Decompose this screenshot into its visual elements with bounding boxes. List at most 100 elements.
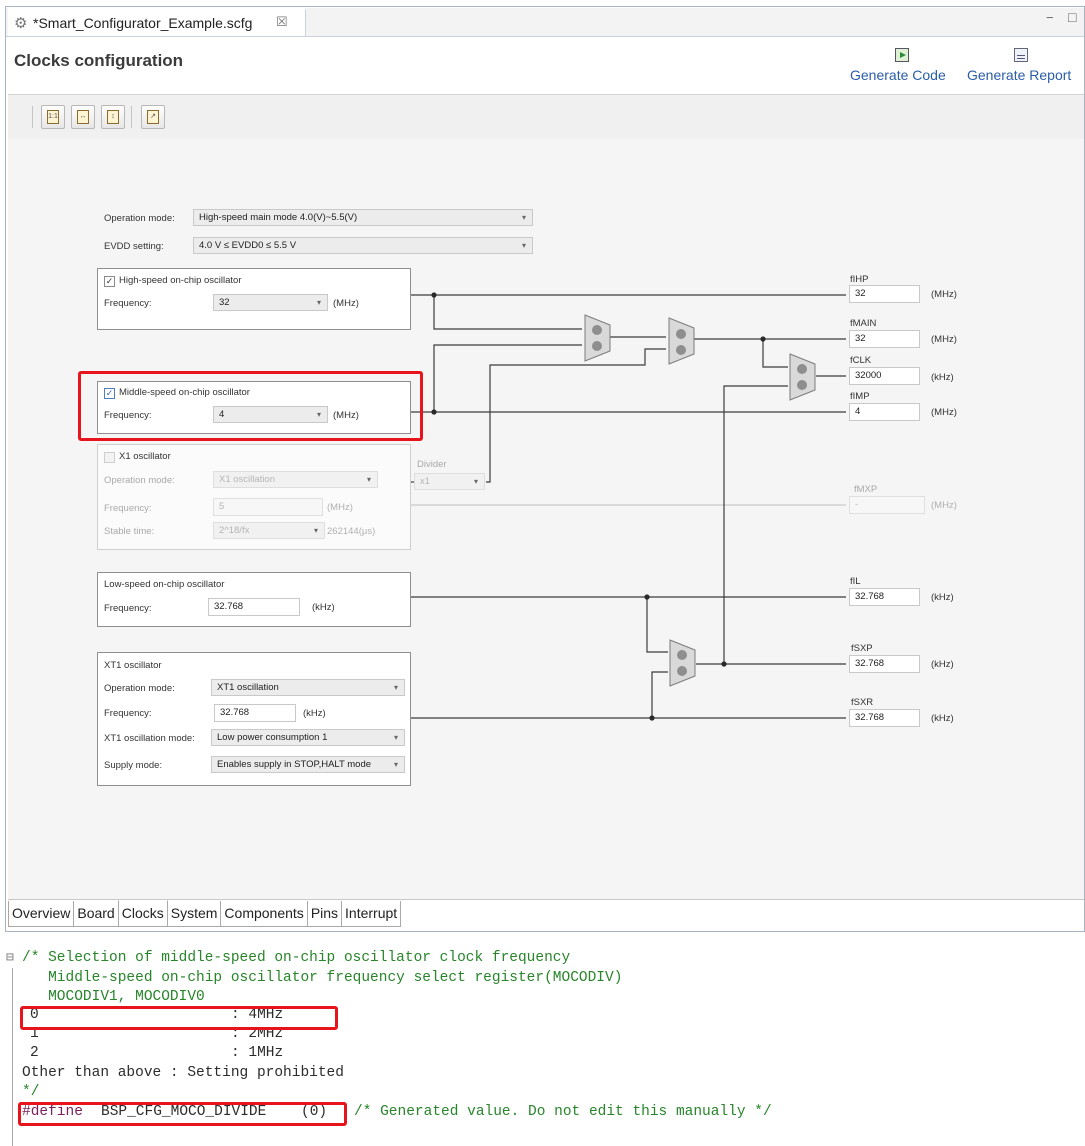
xt1-freq-unit: (kHz) <box>303 708 326 719</box>
output-name: fCLK <box>850 355 872 366</box>
code-line: 2 <box>30 1045 39 1061</box>
chevron-down-icon: ▾ <box>313 526 318 535</box>
chevron-down-icon: ▾ <box>366 475 371 484</box>
output-value[interactable]: - <box>849 496 925 514</box>
output-unit: (kHz) <box>931 659 954 670</box>
hs-osc-freq-value: 32 <box>219 297 230 308</box>
evdd-select[interactable]: 4.0 V ≤ EVDD0 ≤ 5.5 V ▾ <box>193 237 533 254</box>
xt1-freq-input[interactable]: 32.768 <box>214 704 296 722</box>
x1-freq-input[interactable]: 5 <box>213 498 323 516</box>
hs-osc-checkbox[interactable]: ✓ <box>104 276 115 287</box>
tab-system[interactable]: System <box>166 901 222 927</box>
hs-osc-panel: ✓ High-speed on-chip oscillator Frequenc… <box>97 268 411 330</box>
xt1-osc-mode-value: Low power consumption 1 <box>217 732 328 743</box>
chevron-down-icon: ▾ <box>393 683 398 692</box>
code-line: */ <box>22 1084 40 1100</box>
code-line: MOCODIV1, MOCODIV0 <box>22 989 205 1005</box>
code-line: Middle-speed on-chip oscillator frequenc… <box>22 970 623 986</box>
x1-osc-panel: X1 oscillator Operation mode: X1 oscilla… <box>97 444 411 550</box>
output-unit: (MHz) <box>931 500 957 511</box>
x1-mode-value: X1 oscillation <box>219 474 275 485</box>
output-name: fSXR <box>851 697 874 708</box>
operation-mode-value: High-speed main mode 4.0(V)~5.5(V) <box>199 212 358 223</box>
xt1-osc-mode-select[interactable]: Low power consumption 1 ▾ <box>211 729 405 746</box>
output-unit: (kHz) <box>931 713 954 724</box>
page-tabs: Overview Board Clocks System Components Pins I… <box>8 900 402 927</box>
chevron-down-icon: ▾ <box>316 298 321 307</box>
xt1-supply-select[interactable]: Enables supply in STOP,HALT mode ▾ <box>211 756 405 773</box>
highlight-define <box>18 1102 347 1126</box>
output-unit: (MHz) <box>931 407 957 418</box>
chevron-down-icon: ▾ <box>521 213 526 222</box>
output-name: fIL <box>850 576 861 587</box>
xt1-osc-title: XT1 oscillator <box>104 660 162 671</box>
output-name: fSXP <box>851 643 873 654</box>
output-unit: (kHz) <box>931 372 954 383</box>
output-value[interactable]: 32 <box>849 285 920 303</box>
hs-osc-title: High-speed on-chip oscillator <box>119 275 242 286</box>
tab-board[interactable]: Board <box>73 901 119 927</box>
highlight-row0 <box>20 1006 338 1030</box>
tab-components[interactable]: Components <box>220 901 308 927</box>
xt1-mode-select[interactable]: XT1 oscillation ▾ <box>211 679 405 696</box>
x1-stable-select[interactable]: 2^18/fx ▾ <box>213 522 325 539</box>
output-name: fIHP <box>850 274 869 285</box>
operation-mode-label: Operation mode: <box>104 213 175 224</box>
chevron-down-icon: ▾ <box>473 477 478 486</box>
x1-stable-label: Stable time: <box>104 526 155 537</box>
hs-osc-unit: (MHz) <box>333 298 359 309</box>
xt1-freq-label: Frequency: <box>104 708 152 719</box>
code-line: /* Selection of middle-speed on-chip osc… <box>22 950 571 966</box>
fold-icon[interactable]: ⊟ <box>6 950 14 965</box>
chevron-down-icon: ▾ <box>393 760 398 769</box>
output-name: fIMP <box>850 391 870 402</box>
xt1-mode-value: XT1 oscillation <box>217 682 279 693</box>
output-value[interactable]: 4 <box>849 403 920 421</box>
ls-osc-panel: Low-speed on-chip oscillator Frequency: … <box>97 572 411 627</box>
x1-freq-label: Frequency: <box>104 503 152 514</box>
output-name: fMAIN <box>850 318 877 329</box>
xt1-mode-label: Operation mode: <box>104 683 175 694</box>
x1-stable-extra: 262144(μs) <box>327 526 376 537</box>
divider-label: Divider <box>417 459 447 470</box>
fold-guide <box>12 968 13 1146</box>
chevron-down-icon: ▾ <box>521 241 526 250</box>
x1-osc-title: X1 oscillator <box>119 451 171 462</box>
x1-osc-checkbox[interactable] <box>104 452 115 463</box>
ls-osc-title: Low-speed on-chip oscillator <box>104 579 225 590</box>
tab-pins[interactable]: Pins <box>306 901 343 927</box>
x1-mode-label: Operation mode: <box>104 475 175 486</box>
divider-select[interactable]: x1 ▾ <box>414 473 485 490</box>
operation-mode-select[interactable]: High-speed main mode 4.0(V)~5.5(V) ▾ <box>193 209 533 226</box>
code-line: Other than above : Setting prohibited <box>22 1065 344 1081</box>
clock-mux-1 <box>584 314 611 362</box>
code-line: : 1MHz <box>231 1045 284 1061</box>
clock-mux-3 <box>789 353 816 401</box>
x1-stable-value: 2^18/fx <box>219 525 250 536</box>
x1-mode-select[interactable]: X1 oscillation ▾ <box>213 471 378 488</box>
hs-osc-freq-select[interactable]: 32 ▾ <box>213 294 328 311</box>
x1-freq-unit: (MHz) <box>327 502 353 513</box>
output-value[interactable]: 32.768 <box>849 709 920 727</box>
output-unit: (MHz) <box>931 334 957 345</box>
output-value[interactable]: 32.768 <box>849 655 920 673</box>
tab-overview[interactable]: Overview <box>8 901 75 927</box>
ls-osc-freq-input[interactable]: 32.768 <box>208 598 300 616</box>
ls-osc-unit: (kHz) <box>312 602 335 613</box>
clock-mux-2 <box>668 317 695 365</box>
output-value[interactable]: 32.768 <box>849 588 920 606</box>
clock-mux-4 <box>669 639 696 687</box>
code-snippet: ⊟ /* Selection of middle-speed on-chip o… <box>0 936 1085 1146</box>
highlight-ms-osc <box>78 371 423 441</box>
divider-value: x1 <box>420 476 431 487</box>
evdd-value: 4.0 V ≤ EVDD0 ≤ 5.5 V <box>199 240 297 251</box>
hs-osc-freq-label: Frequency: <box>104 298 152 309</box>
define-comment: /* Generated value. Do not edit this man… <box>354 1104 772 1120</box>
tab-clocks[interactable]: Clocks <box>117 900 168 927</box>
output-value[interactable]: 32000 <box>849 367 920 385</box>
evdd-label: EVDD setting: <box>104 241 164 252</box>
xt1-supply-label: Supply mode: <box>104 760 163 771</box>
tab-interrupt[interactable]: Interrupt <box>341 901 402 927</box>
output-unit: (MHz) <box>931 289 957 300</box>
output-value[interactable]: 32 <box>849 330 920 348</box>
